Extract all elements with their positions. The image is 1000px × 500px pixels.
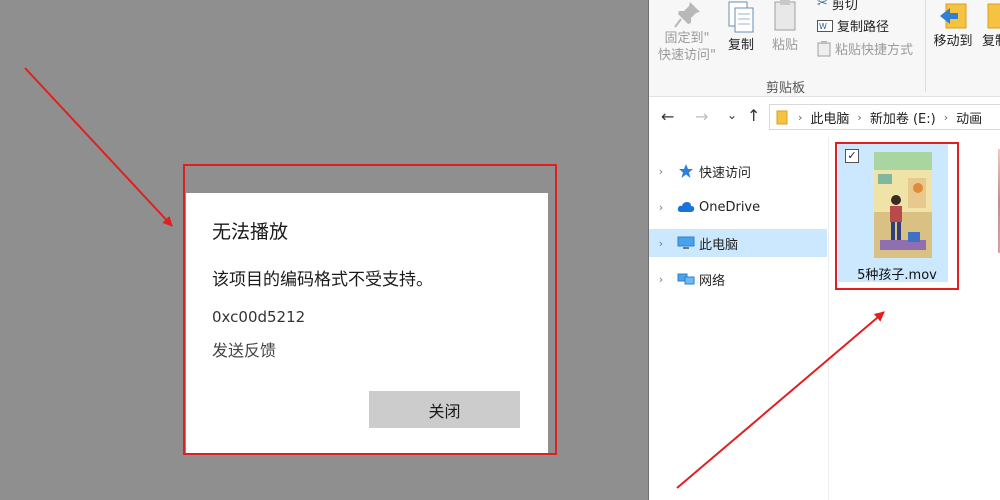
sidebar-item-label: 网络: [699, 273, 726, 289]
breadcrumb-item[interactable]: 动画: [956, 108, 982, 127]
copy-button[interactable]: 复制: [723, 0, 759, 53]
chevron-right-icon: ›: [857, 110, 862, 124]
sidebar-item-label: 快速访问: [699, 165, 752, 181]
annotation-box-dialog: [183, 164, 557, 455]
back-arrow-icon[interactable]: ←: [661, 107, 674, 126]
chevron-right-icon[interactable]: ›: [651, 165, 671, 178]
chevron-right-icon[interactable]: ›: [651, 201, 671, 214]
svg-text:W: W: [819, 22, 827, 31]
cut-label: 剪切: [831, 0, 858, 13]
paste-icon: [774, 0, 796, 31]
breadcrumb-item[interactable]: 此电脑: [810, 108, 849, 127]
copy-path-label: 复制路径: [837, 20, 890, 35]
sidebar-item-label: 此电脑: [699, 237, 739, 253]
copy-to-icon: [987, 3, 1000, 29]
chevron-right-icon[interactable]: ›: [651, 273, 671, 286]
path-breadcrumb[interactable]: › 此电脑 › 新加卷 (E:) › 动画: [769, 104, 1000, 130]
breadcrumb-item[interactable]: 新加卷 (E:): [870, 108, 936, 127]
paste-button[interactable]: 粘贴: [767, 0, 803, 53]
forward-arrow-icon[interactable]: →: [695, 107, 708, 126]
chevron-right-icon: ›: [943, 110, 949, 124]
pin-icon: [674, 2, 700, 28]
ribbon-toolbar: 固定到" 快速访问" 复制 粘贴 ✂ 剪切 W 复制路径 粘贴快捷方式 剪贴板 …: [649, 0, 1000, 97]
copy-icon: [728, 1, 754, 33]
copy-to-button[interactable]: 复制: [975, 0, 1000, 49]
move-to-icon: [940, 3, 967, 29]
ribbon-divider: [925, 0, 926, 92]
sidebar-item-label: OneDrive: [699, 199, 761, 215]
pin-label-line2: 快速访问": [658, 48, 716, 63]
recent-locations-chevron-icon[interactable]: ⌄: [727, 108, 737, 122]
sidebar-item-onedrive[interactable]: › OneDrive: [649, 193, 827, 221]
sidebar-item-this-pc[interactable]: › 此电脑: [649, 229, 827, 257]
address-bar: ← → ⌄ ↑ › 此电脑 › 新加卷 (E:) › 动画: [649, 97, 1000, 137]
navigation-pane: › 快速访问 › OneDrive › 此电脑 › 网络: [649, 137, 829, 500]
folder-icon: [776, 110, 788, 125]
up-arrow-icon[interactable]: ↑: [747, 106, 760, 125]
paste-label: 粘贴: [771, 38, 798, 53]
copy-to-label: 复制: [981, 34, 1000, 49]
annotation-box-file: [835, 142, 959, 290]
paste-shortcut-icon: [817, 40, 831, 56]
paste-shortcut-label: 粘贴快捷方式: [835, 43, 914, 58]
cut-button[interactable]: ✂ 剪切: [817, 0, 858, 13]
pin-label-line1: 固定到": [664, 31, 710, 46]
scissors-icon: ✂: [817, 0, 828, 11]
network-icon: [675, 272, 697, 286]
copy-path-button[interactable]: W 复制路径: [817, 16, 889, 35]
move-to-button[interactable]: 移动到: [931, 0, 975, 49]
move-to-label: 移动到: [933, 34, 973, 49]
paste-shortcut-button[interactable]: 粘贴快捷方式: [817, 39, 913, 58]
pin-to-quick-access-button[interactable]: 固定到" 快速访问": [655, 0, 719, 64]
chevron-right-icon[interactable]: ›: [651, 237, 671, 250]
cloud-icon: [675, 201, 697, 213]
copy-path-icon: W: [817, 19, 833, 32]
clipboard-group-label: 剪贴板: [766, 81, 806, 96]
star-icon: [675, 163, 697, 179]
chevron-right-icon: ›: [798, 110, 803, 124]
copy-label: 复制: [727, 38, 754, 53]
sidebar-item-network[interactable]: › 网络: [649, 265, 827, 293]
computer-icon: [675, 236, 697, 250]
sidebar-item-quick-access[interactable]: › 快速访问: [649, 157, 827, 185]
